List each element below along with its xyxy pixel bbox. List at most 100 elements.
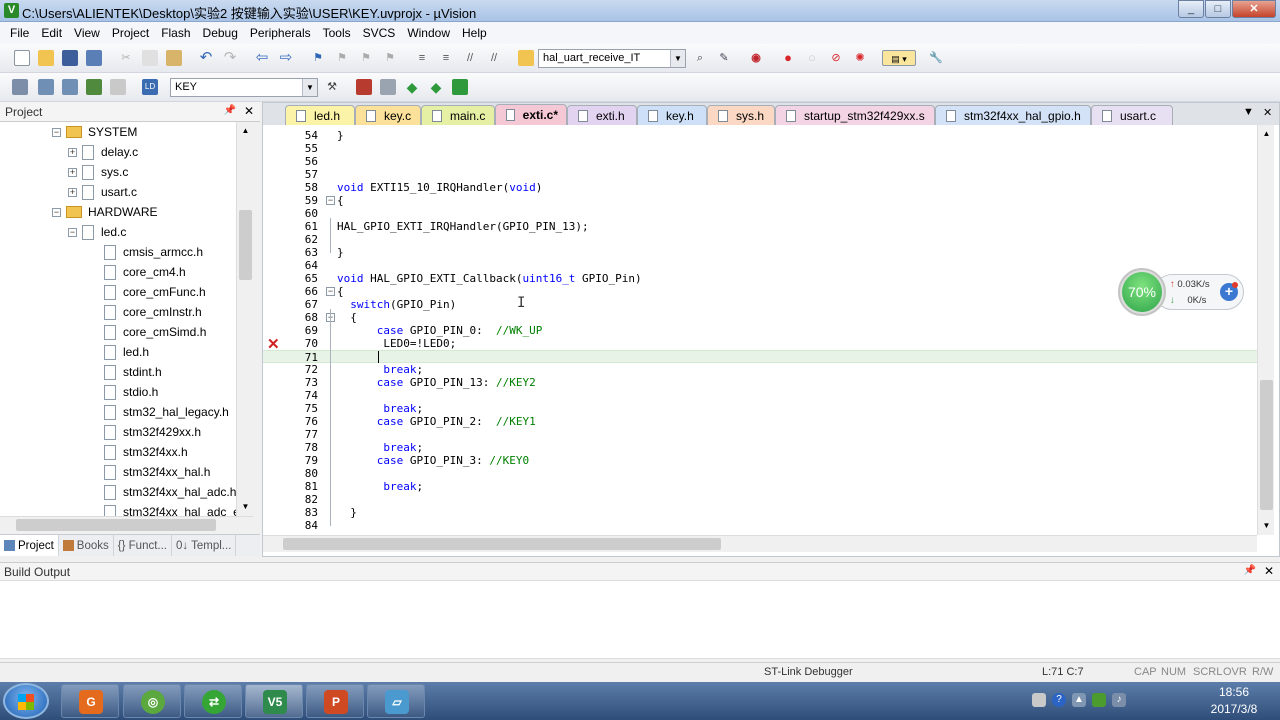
- scroll-thumb[interactable]: [1260, 380, 1273, 510]
- save-icon[interactable]: [62, 50, 78, 66]
- menu-window[interactable]: Window: [401, 23, 456, 43]
- code-line[interactable]: 75 break;: [263, 402, 1257, 415]
- batch-build-icon[interactable]: [86, 79, 102, 95]
- code-line[interactable]: 72 break;: [263, 363, 1257, 376]
- tab-startup-s[interactable]: startup_stm32f429xx.s: [775, 105, 935, 125]
- rebuild-icon[interactable]: [62, 79, 78, 95]
- expand-icon[interactable]: +: [68, 187, 77, 197]
- taskbar-app-powerpoint[interactable]: P: [306, 684, 364, 718]
- tree-item-header[interactable]: stm32f4xx.h: [104, 442, 188, 462]
- copy-icon[interactable]: [142, 50, 158, 66]
- minimize-button[interactable]: _: [1178, 0, 1204, 18]
- code-line[interactable]: 64: [263, 259, 1257, 272]
- menu-project[interactable]: Project: [106, 23, 155, 43]
- unindent-icon[interactable]: ≡: [438, 50, 454, 66]
- menu-edit[interactable]: Edit: [35, 23, 68, 43]
- security-icon[interactable]: [1092, 693, 1106, 707]
- tab-hal-gpio-h[interactable]: stm32f4xx_hal_gpio.h: [935, 105, 1091, 125]
- comment-icon[interactable]: //: [462, 50, 478, 66]
- code-line[interactable]: 54}: [263, 129, 1257, 142]
- tree-item-header[interactable]: core_cmSimd.h: [104, 322, 206, 342]
- manage-rte-icon[interactable]: ◆: [428, 79, 444, 95]
- tab-exti-c[interactable]: exti.c*: [495, 104, 567, 125]
- menu-peripherals[interactable]: Peripherals: [244, 23, 317, 43]
- code-line[interactable]: 65 void HAL_GPIO_EXTI_Callback(uint16_t G…: [263, 272, 1257, 285]
- code-line[interactable]: 59−{: [263, 194, 1257, 207]
- code-line[interactable]: 74: [263, 389, 1257, 402]
- scroll-down-icon[interactable]: ▼: [1260, 519, 1273, 533]
- find-icon[interactable]: ⌕: [692, 50, 708, 66]
- menu-svcs[interactable]: SVCS: [357, 23, 402, 43]
- tree-item-hardware[interactable]: − HARDWARE: [52, 202, 158, 222]
- fold-toggle-icon[interactable]: −: [326, 196, 335, 205]
- next-bookmark-icon[interactable]: ⚑: [358, 50, 374, 66]
- pack-installer-icon[interactable]: ◆: [404, 79, 420, 95]
- menu-tools[interactable]: Tools: [317, 23, 357, 43]
- fold-toggle-icon[interactable]: −: [326, 287, 335, 296]
- target-combo[interactable]: KEY ▼: [170, 78, 318, 97]
- tree-item-header[interactable]: stm32f429xx.h: [104, 422, 201, 442]
- select-packs-icon[interactable]: [380, 79, 396, 95]
- code-line[interactable]: 84: [263, 519, 1257, 532]
- undo-icon[interactable]: ↶: [198, 50, 214, 66]
- manage-project-items-icon[interactable]: [356, 79, 372, 95]
- code-line[interactable]: 76 case GPIO_PIN_2: //KEY1: [263, 415, 1257, 428]
- code-editor[interactable]: 54} 55 56 57 58 void EXTI15_10_IRQHandler(voi…: [263, 125, 1257, 535]
- collapse-icon[interactable]: −: [52, 127, 61, 137]
- disable-breakpoint-icon[interactable]: ○: [804, 50, 820, 66]
- code-line[interactable]: 82: [263, 493, 1257, 506]
- collapse-icon[interactable]: −: [52, 207, 61, 217]
- maximize-button[interactable]: □: [1205, 0, 1231, 18]
- component-icon[interactable]: [452, 79, 468, 95]
- network-speed-widget[interactable]: 70% ↑ 0.03K/s ↓ 0K/s +: [1118, 268, 1244, 316]
- paste-icon[interactable]: [166, 50, 182, 66]
- tab-led-h[interactable]: led.h: [285, 105, 355, 125]
- breakpoint-icon[interactable]: ●: [780, 50, 796, 66]
- taskbar-app-chrome[interactable]: ◎: [123, 684, 181, 718]
- scroll-up-icon[interactable]: ▲: [1260, 127, 1273, 141]
- expand-icon[interactable]: +: [68, 167, 77, 177]
- menu-view[interactable]: View: [68, 23, 106, 43]
- project-tree-hscrollbar[interactable]: [0, 516, 253, 532]
- tab-usart-c[interactable]: usart.c: [1091, 105, 1173, 125]
- code-line[interactable]: 70 LED0=!LED0; ✕: [263, 336, 1257, 353]
- tree-item-header[interactable]: led.h: [104, 342, 149, 362]
- start-button[interactable]: [3, 683, 49, 719]
- tree-item-header[interactable]: stdio.h: [104, 382, 158, 402]
- code-line[interactable]: 81 break;: [263, 480, 1257, 493]
- function-combo[interactable]: hal_uart_receive_IT ▼: [538, 49, 686, 68]
- menu-file[interactable]: File: [4, 23, 35, 43]
- code-line[interactable]: 60: [263, 207, 1257, 220]
- scroll-thumb[interactable]: [16, 519, 216, 531]
- menu-flash[interactable]: Flash: [155, 23, 196, 43]
- clear-bookmarks-icon[interactable]: ⚑: [382, 50, 398, 66]
- uncomment-icon[interactable]: //: [486, 50, 502, 66]
- taskbar-app-browser[interactable]: ⇄: [184, 684, 242, 718]
- code-line[interactable]: 58 void EXTI15_10_IRQHandler(void): [263, 181, 1257, 194]
- taskbar-app-keil[interactable]: V5: [245, 684, 303, 718]
- tab-main-c[interactable]: main.c: [421, 105, 495, 125]
- code-line[interactable]: 57: [263, 168, 1257, 181]
- tab-functions[interactable]: {} Funct...: [114, 535, 172, 556]
- tree-item-led-c[interactable]: − led.c: [68, 222, 126, 242]
- editor-vscrollbar[interactable]: ▲ ▼: [1257, 125, 1274, 535]
- translate-icon[interactable]: [12, 79, 28, 95]
- close-button[interactable]: ✕: [1232, 0, 1276, 18]
- editor-hscrollbar[interactable]: [263, 535, 1257, 552]
- code-line[interactable]: 83 }: [263, 506, 1257, 519]
- build-icon[interactable]: [38, 79, 54, 95]
- keyboard-icon[interactable]: [1032, 693, 1046, 707]
- taskbar-app-notebook[interactable]: ▱: [367, 684, 425, 718]
- code-line[interactable]: 78 break;: [263, 441, 1257, 454]
- memory-percent[interactable]: 70%: [1122, 272, 1162, 312]
- tab-key-c[interactable]: key.c: [355, 105, 421, 125]
- new-file-icon[interactable]: [14, 50, 30, 66]
- tab-exti-h[interactable]: exti.h: [567, 105, 637, 125]
- show-hidden-icons-icon[interactable]: ▲: [1072, 693, 1086, 707]
- expand-icon[interactable]: +: [68, 147, 77, 157]
- code-line[interactable]: 66−{: [263, 285, 1257, 298]
- code-line[interactable]: 55: [263, 142, 1257, 155]
- indent-icon[interactable]: ≡: [414, 50, 430, 66]
- navigate-forward-icon[interactable]: ⇨: [278, 50, 294, 66]
- configure-icon[interactable]: ✎: [716, 50, 732, 66]
